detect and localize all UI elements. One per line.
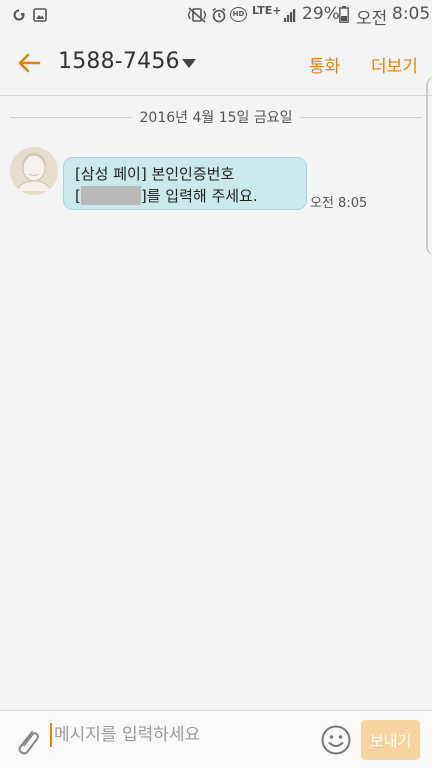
redacted-code	[80, 186, 141, 205]
message-bubble[interactable]: [삼성 페이] 본인인증번호 []를 입력해 주세요.	[63, 157, 307, 210]
alarm-icon	[212, 7, 226, 23]
message-line-2: []를 입력해 주세요.	[75, 185, 306, 207]
panel-edge-handle[interactable]	[426, 76, 432, 256]
message-line-1: [삼성 페이] 본인인증번호	[75, 165, 235, 183]
back-arrow-icon[interactable]	[14, 48, 44, 78]
vibrate-icon	[187, 7, 207, 23]
contact-title[interactable]: 1588-7456	[58, 49, 180, 74]
message-timestamp: 오전 8:05	[310, 196, 368, 211]
send-button[interactable]: 보내기	[361, 720, 420, 760]
date-label: 2016년 4월 15일 금요일	[131, 110, 301, 126]
clock-ampm: 오전	[356, 9, 388, 29]
gallery-icon	[33, 8, 47, 22]
battery-icon	[339, 6, 349, 23]
person-avatar-icon	[10, 147, 58, 195]
text-cursor	[50, 723, 52, 747]
hd-voice-icon: HD	[230, 7, 247, 22]
message-input[interactable]	[54, 720, 304, 750]
more-button[interactable]: 더보기	[371, 52, 418, 77]
contact-avatar[interactable]	[10, 147, 58, 195]
clock-time: 8:05	[392, 4, 431, 24]
battery-percent: 29%	[302, 4, 340, 24]
emoji-icon[interactable]	[320, 724, 352, 756]
message-line-2-text: ]를 입력해 주세요.	[140, 187, 258, 205]
dropdown-triangle-icon[interactable]	[180, 57, 198, 71]
composer-bar: 보내기	[0, 710, 432, 768]
hd-label: HD	[232, 10, 245, 18]
call-button[interactable]: 통화	[309, 52, 340, 77]
paperclip-icon[interactable]	[12, 725, 42, 757]
conversation-header: 1588-7456 통화 더보기	[0, 30, 432, 96]
signal-icon	[282, 8, 296, 22]
network-type-label: LTE+	[252, 4, 282, 17]
status-bar: HD LTE+ 29% 오전 8:05	[0, 0, 432, 30]
date-separator: 2016년 4월 15일 금요일	[0, 106, 432, 128]
app-notification-icon	[13, 9, 25, 21]
